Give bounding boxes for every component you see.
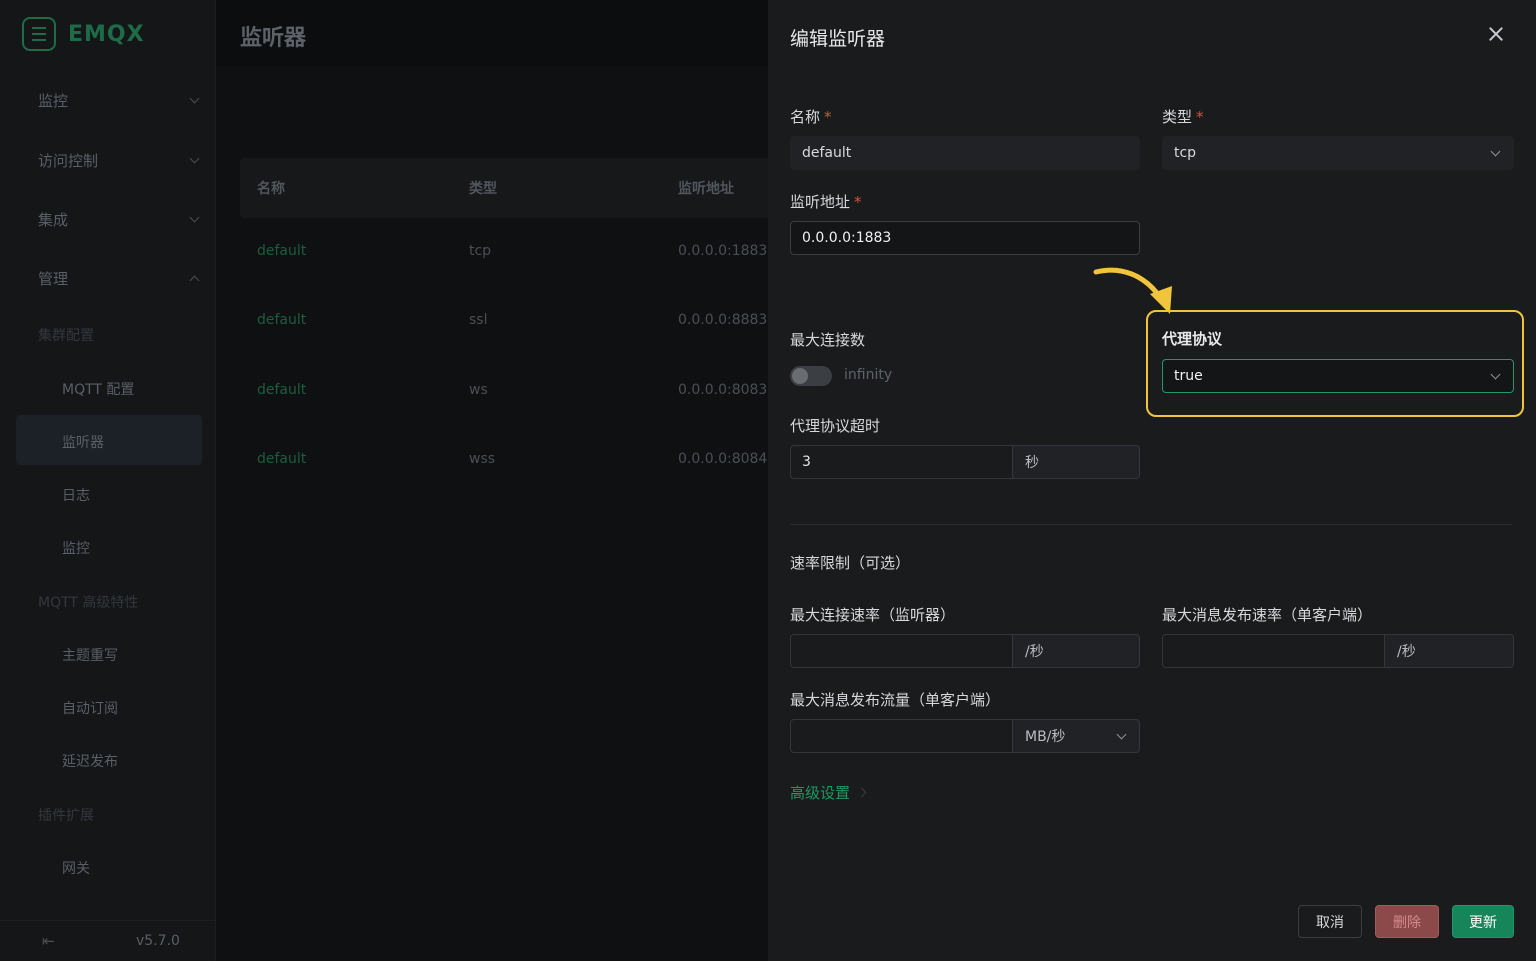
table-row-name-link[interactable]: default [257,243,306,259]
nav-group-access-control[interactable]: 访问控制 [38,150,200,171]
table-row-address: 0.0.0.0:1883 [678,243,768,259]
version-label: v5.7.0 [136,933,180,949]
chevron-up-icon [189,275,200,286]
column-header-name: 名称 [257,181,285,197]
sidebar-item-auto-subscribe[interactable]: 自动订阅 [62,698,118,718]
nav-group-monitor[interactable]: 监控 [38,90,200,111]
column-header-address: 监听地址 [678,181,734,197]
required-mark: * [824,108,832,126]
edit-listener-drawer: 编辑监听器 名称 * default 类型 * tcp 监听地址 * 0.0.0.0:… [768,0,1536,961]
nav-group-label: 监控 [38,92,69,110]
proxy-timeout-label: 代理协议超时 [790,417,881,435]
max-bytes-rate-label: 最大消息发布流量（单客户端） [790,691,1001,709]
table-row-type: tcp [469,243,492,259]
sidebar: EMQX 监控 访问控制 集成 管理 集群配置 MQTT 配置 监听器 日志 监… [0,0,216,961]
nav-group-management[interactable]: 管理 [38,268,200,289]
max-connections-infinity-toggle[interactable] [790,366,832,386]
sidebar-footer [0,920,216,961]
nav-section-extensions: 插件扩展 [38,808,94,824]
nav-group-integration[interactable]: 集成 [38,209,200,230]
collapse-sidebar-icon[interactable]: ⇤ [42,932,55,950]
nav-section-mqtt-advanced: MQTT 高级特性 [38,595,139,611]
max-conn-rate-unit: /秒 [1013,634,1140,668]
sidebar-item-topic-rewrite[interactable]: 主题重写 [62,645,118,665]
rate-limit-section-title: 速率限制（可选） [790,554,911,572]
proxy-protocol-label: 代理协议 [1162,330,1223,348]
max-msg-rate-label: 最大消息发布速率（单客户端） [1162,606,1373,624]
sidebar-item-logs[interactable]: 日志 [62,485,90,505]
sidebar-item-active-bg [16,415,202,465]
max-bytes-unit-select[interactable]: MB/秒 [1013,719,1140,753]
advanced-settings-text: 高级设置 [790,784,851,802]
chevron-down-icon [189,153,200,164]
toggle-text: infinity [844,367,893,383]
type-select[interactable]: tcp [1162,136,1514,170]
sidebar-item-delayed-publish[interactable]: 延迟发布 [62,751,118,771]
delete-button[interactable]: 删除 [1375,905,1439,938]
table-row-address: 0.0.0.0:8883 [678,312,768,328]
column-header-type: 类型 [469,181,497,197]
chevron-down-icon [1490,369,1501,380]
table-row-type: ssl [469,312,488,328]
max-bytes-rate-group: MB/秒 [790,719,1140,753]
advanced-settings-link[interactable]: 高级设置 [790,782,867,803]
bind-address-field[interactable]: 0.0.0.0:1883 [790,221,1140,255]
nav-group-label: 管理 [38,270,69,288]
max-conn-rate-label: 最大连接速率（监听器） [790,606,956,624]
max-msg-rate-group: /秒 [1162,634,1514,668]
name-label: 名称 * [790,106,832,127]
background-app: EMQX 监控 访问控制 集成 管理 集群配置 MQTT 配置 监听器 日志 监… [0,0,768,961]
max-conn-rate-group: /秒 [790,634,1140,668]
sidebar-item-mqtt-config[interactable]: MQTT 配置 [62,379,134,399]
type-label-text: 类型 [1162,108,1193,126]
proxy-protocol-select[interactable]: true [1162,359,1514,393]
max-msg-rate-input[interactable] [1162,634,1385,668]
callout-arrow-icon [1093,267,1172,314]
chevron-down-icon [189,212,200,223]
proxy-timeout-unit: 秒 [1013,445,1140,479]
unit-select-value: MB/秒 [1025,729,1066,745]
proxy-protocol-value: true [1174,368,1203,384]
nav-group-label: 访问控制 [38,152,99,170]
logo-text: EMQX [68,21,145,47]
bind-label: 监听地址 * [790,191,862,212]
table-row-type: wss [469,451,496,467]
table-row-address: 0.0.0.0:8083 [678,382,768,398]
table-row-name-link[interactable]: default [257,451,306,467]
required-mark: * [1196,108,1204,126]
chevron-down-icon [1116,729,1127,740]
proxy-timeout-input[interactable]: 3 [790,445,1013,479]
type-label: 类型 * [1162,106,1204,127]
max-conn-rate-input[interactable] [790,634,1013,668]
table-row-name-link[interactable]: default [257,382,306,398]
table-row-type: ws [469,382,488,398]
required-mark: * [854,193,862,211]
chevron-down-icon [1490,146,1501,157]
emqx-logo-icon [22,17,56,51]
max-connections-label: 最大连接数 [790,331,866,349]
sidebar-item-listeners[interactable]: 监听器 [62,432,104,452]
update-button[interactable]: 更新 [1452,905,1514,938]
chevron-down-icon [189,93,200,104]
type-select-value: tcp [1174,145,1197,161]
section-divider [790,524,1512,525]
close-icon[interactable] [1484,22,1508,46]
page-title: 监听器 [240,26,307,51]
logo: EMQX [22,16,145,52]
cancel-button[interactable]: 取消 [1298,905,1362,938]
sidebar-item-monitoring[interactable]: 监控 [62,538,90,558]
drawer-title: 编辑监听器 [790,28,886,50]
max-bytes-rate-input[interactable] [790,719,1013,753]
name-field[interactable]: default [790,136,1140,170]
nav-section-cluster: 集群配置 [38,328,94,344]
table-row-address: 0.0.0.0:8084 [678,451,768,467]
bind-label-text: 监听地址 [790,193,851,211]
nav-group-label: 集成 [38,211,69,229]
chevron-right-icon [856,787,867,798]
proxy-timeout-group: 3 秒 [790,445,1140,479]
max-msg-rate-unit: /秒 [1385,634,1514,668]
table-row-name-link[interactable]: default [257,312,306,328]
sidebar-item-gateway[interactable]: 网关 [62,858,90,878]
name-label-text: 名称 [790,108,821,126]
